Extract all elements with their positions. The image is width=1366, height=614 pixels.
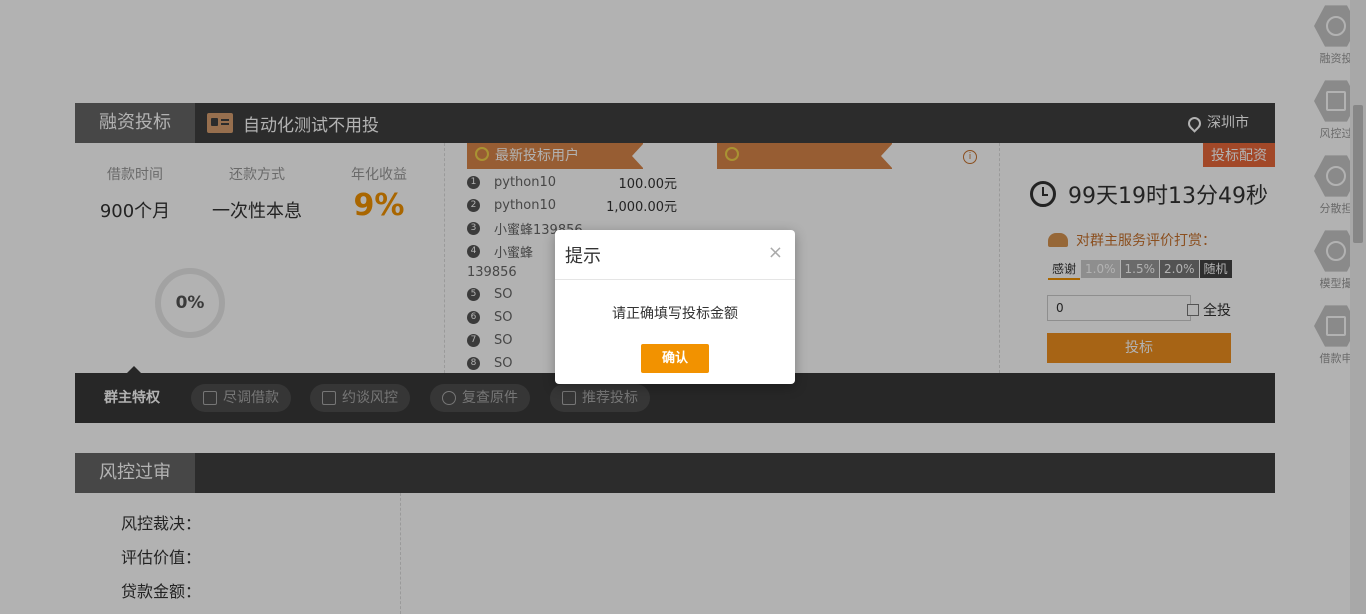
dialog-title: 提示 bbox=[565, 246, 601, 267]
confirm-button[interactable]: 确认 bbox=[641, 344, 709, 373]
alert-dialog: 提示 × 请正确填写投标金额 确认 bbox=[555, 230, 795, 384]
close-icon[interactable]: × bbox=[768, 242, 783, 263]
dialog-message: 请正确填写投标金额 bbox=[612, 306, 738, 322]
dialog-divider bbox=[555, 279, 795, 280]
